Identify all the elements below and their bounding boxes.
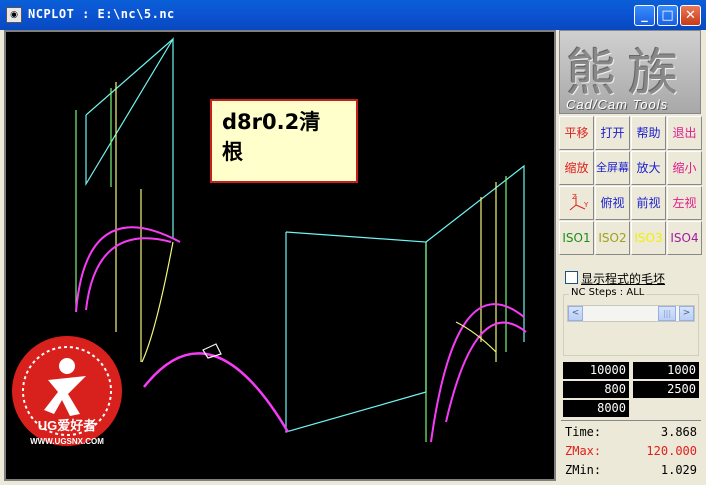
- watermark-url: WWW.UGSNX.COM: [30, 437, 104, 446]
- svg-text:Y: Y: [583, 201, 589, 209]
- fullscreen-button[interactable]: 全屏幕: [595, 151, 630, 185]
- stat-value: 1.029: [660, 463, 697, 477]
- stat-value: 3.868: [660, 425, 697, 439]
- brand-big-text: 熊族: [566, 44, 690, 102]
- scroll-thumb[interactable]: |||: [658, 306, 676, 321]
- value-field[interactable]: 1000: [633, 362, 699, 379]
- close-button[interactable]: ✕: [680, 5, 701, 26]
- control-panel: 熊族 Cad/Cam Tools 平移 打开 帮助 退出 缩放 全屏幕 放大 缩…: [558, 30, 704, 483]
- toolpath-arc: [141, 241, 174, 363]
- nc-steps-scrollbar[interactable]: < ||| >: [567, 305, 695, 322]
- front-view-button[interactable]: 前视: [631, 186, 666, 220]
- zoom-button[interactable]: 缩放: [559, 151, 594, 185]
- note-line-1: d8r0.2清: [222, 110, 321, 134]
- ugsnx-watermark-logo: UG爱好者 WWW.UGSNX.COM: [8, 332, 126, 450]
- zoom-out-button[interactable]: 缩小: [667, 151, 702, 185]
- value-field[interactable]: 2500: [633, 381, 699, 398]
- cat-icon[interactable]: ◉: [6, 7, 22, 23]
- pan-button[interactable]: 平移: [559, 116, 594, 150]
- ncplot-window: ◉ NCPLOT : E:\nc\5.nc _ □ ✕ d8r0.2清 根 UG…: [0, 0, 706, 485]
- top-view-button[interactable]: 俯视: [595, 186, 630, 220]
- help-button[interactable]: 帮助: [631, 116, 666, 150]
- toolpath-segment: [285, 231, 427, 433]
- exit-button[interactable]: 退出: [667, 116, 702, 150]
- nc-steps-label: NC Steps : ALL: [569, 287, 647, 298]
- title-bar[interactable]: ◉ NCPLOT : E:\nc\5.nc _ □ ✕: [0, 0, 706, 30]
- statistics-panel: Time: 3.868 ZMax: 120.000 ZMin: 1.029: [561, 420, 701, 481]
- window-title: NCPLOT : E:\nc\5.nc: [28, 7, 175, 21]
- toolpath-arc: [85, 237, 172, 311]
- minimize-button[interactable]: _: [634, 5, 655, 26]
- scroll-right-arrow-icon[interactable]: >: [679, 306, 694, 321]
- brand-subtitle: Cad/Cam Tools: [566, 97, 669, 112]
- iso3-button[interactable]: ISO3: [631, 221, 666, 255]
- annotation-note: d8r0.2清 根: [210, 99, 358, 183]
- maximize-button[interactable]: □: [657, 5, 678, 26]
- left-view-button[interactable]: 左视: [667, 186, 702, 220]
- iso4-button[interactable]: ISO4: [667, 221, 702, 255]
- stat-key: Time:: [565, 425, 602, 439]
- show-stock-label: 显示程式的毛坯: [581, 272, 666, 286]
- scroll-left-arrow-icon[interactable]: <: [568, 306, 583, 321]
- axis-icon: Z Y: [569, 193, 589, 211]
- toolpath-segment: [85, 36, 174, 238]
- brand-logo: 熊族 Cad/Cam Tools: [559, 30, 701, 114]
- svg-text:Z: Z: [572, 193, 577, 201]
- watermark-brand: UG爱好者: [38, 418, 97, 433]
- show-stock-checkbox[interactable]: [565, 271, 578, 284]
- toolpath-arc: [143, 352, 290, 433]
- nc-steps-group: NC Steps : ALL < ||| >: [563, 287, 699, 356]
- value-field[interactable]: 8000: [563, 400, 629, 417]
- note-line-2: 根: [222, 140, 243, 164]
- feed-speed-values: 10000 1000 800 2500 8000: [561, 360, 701, 420]
- axis-button[interactable]: Z Y: [559, 186, 594, 220]
- zoom-in-button[interactable]: 放大: [631, 151, 666, 185]
- toolpath-arc: [430, 303, 525, 443]
- iso1-button[interactable]: ISO1: [559, 221, 594, 255]
- stat-key: ZMin:: [565, 463, 602, 477]
- show-stock-option[interactable]: 显示程式的毛坯: [565, 270, 665, 287]
- iso2-button[interactable]: ISO2: [595, 221, 630, 255]
- value-field[interactable]: 10000: [563, 362, 629, 379]
- toolpath-segment: [425, 164, 525, 342]
- value-field[interactable]: 800: [563, 381, 629, 398]
- open-button[interactable]: 打开: [595, 116, 630, 150]
- stat-value: 120.000: [646, 444, 697, 458]
- toolpath-segment: [85, 38, 174, 116]
- stat-key: ZMax:: [565, 444, 602, 458]
